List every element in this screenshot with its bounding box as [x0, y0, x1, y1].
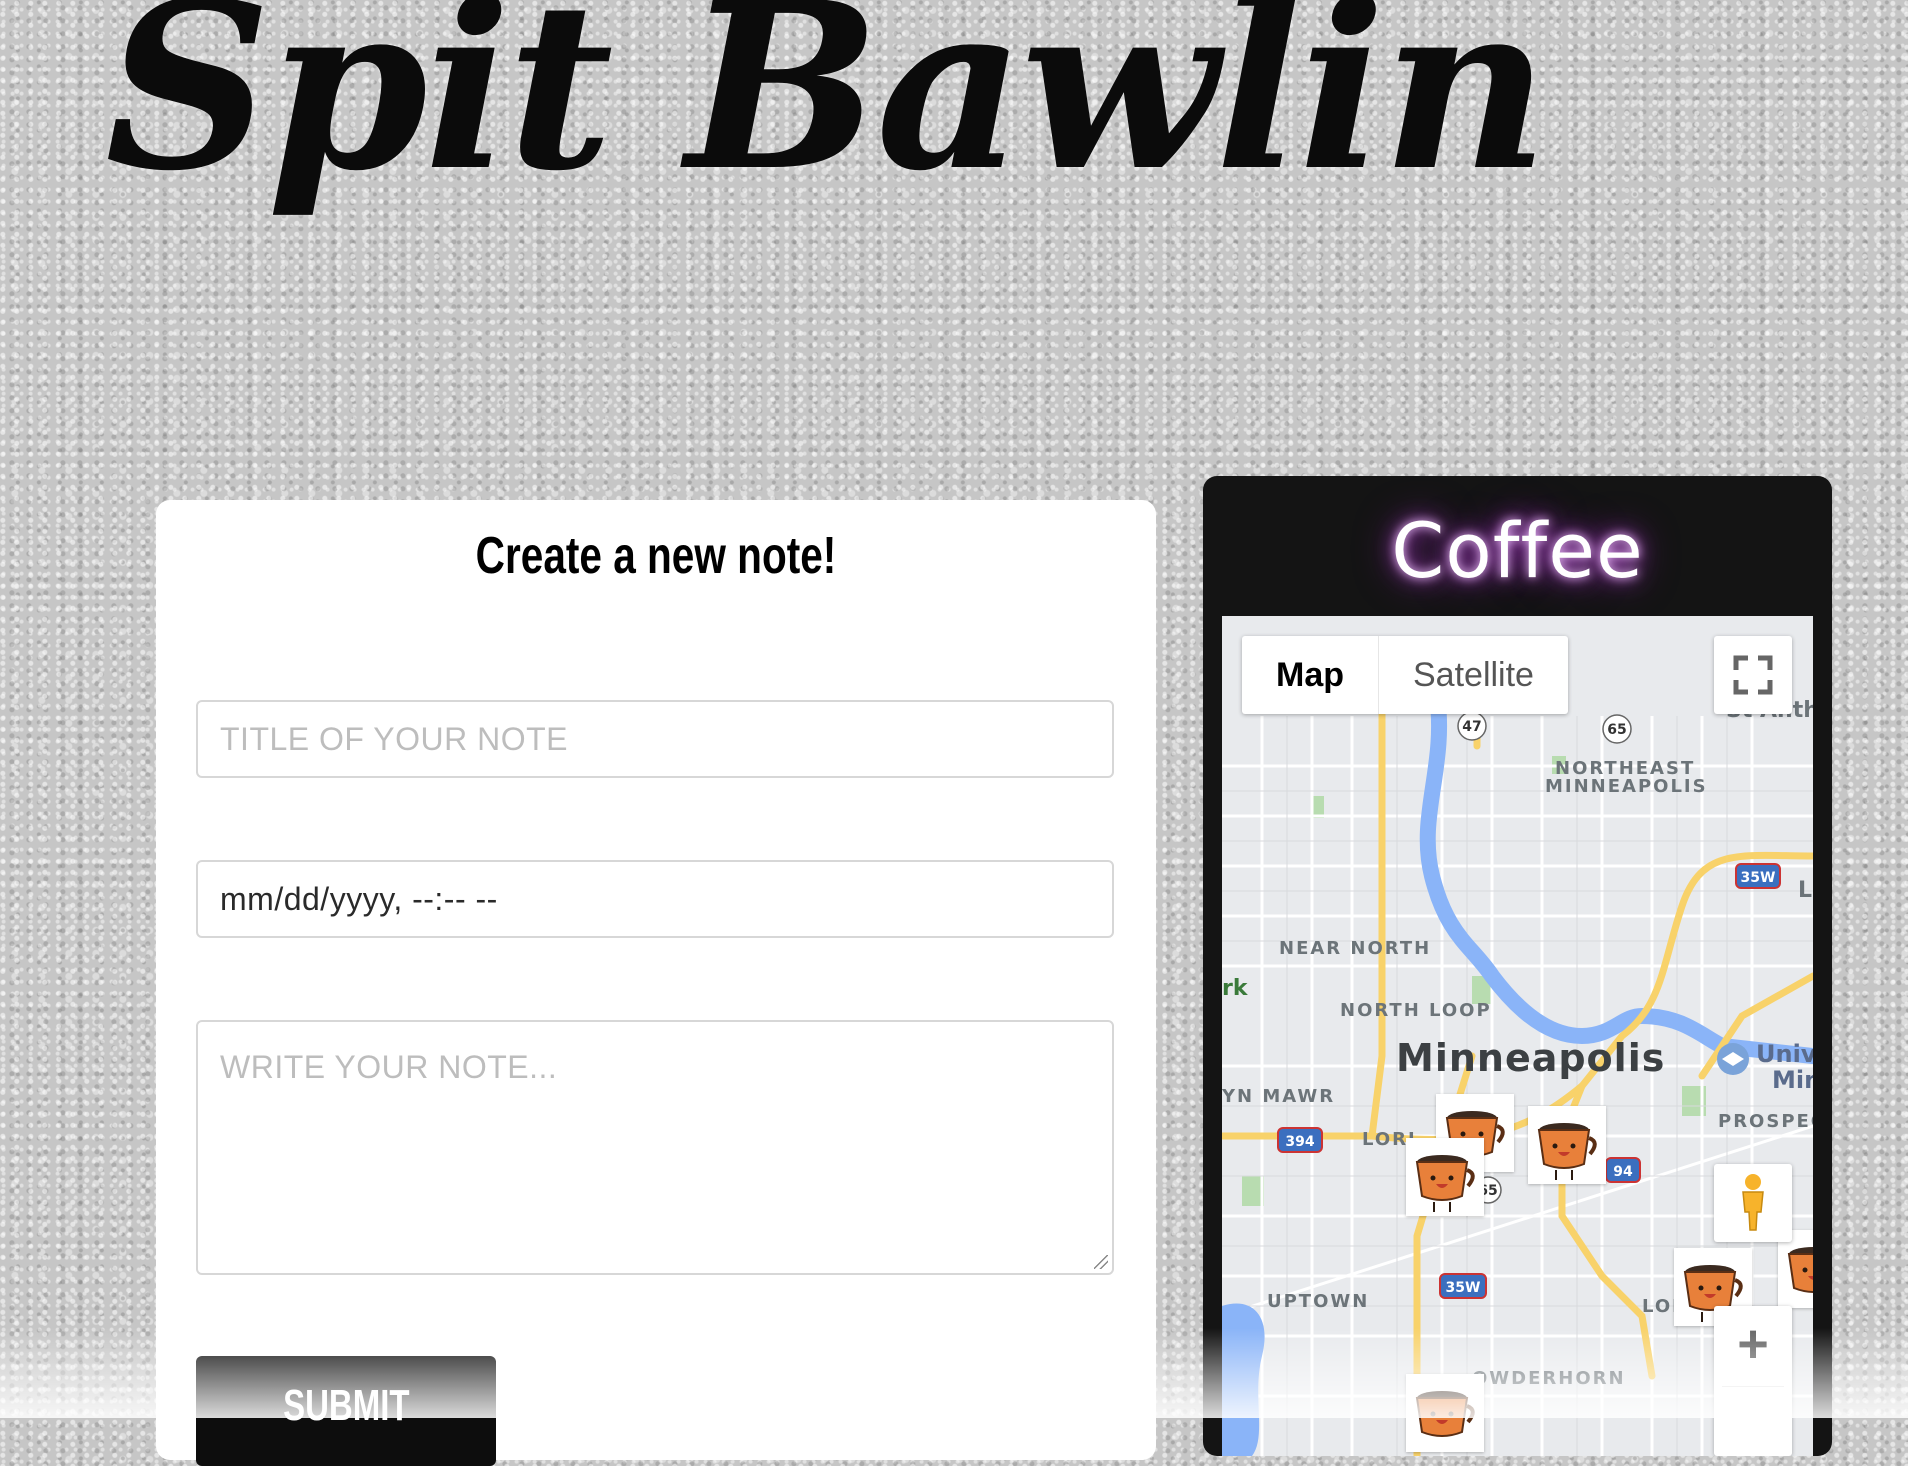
- zoom-divider: [1722, 1386, 1784, 1387]
- zoom-in-button[interactable]: +: [1714, 1314, 1792, 1374]
- note-body-textarea[interactable]: WRITE YOUR NOTE...: [196, 1020, 1114, 1275]
- zoom-control: +: [1714, 1306, 1792, 1456]
- map-label-park: rk: [1222, 976, 1248, 1001]
- svg-text:94: 94: [1613, 1164, 1633, 1180]
- map-label-university: Univ: [1756, 1040, 1813, 1068]
- coffee-title: Coffee: [1391, 506, 1644, 595]
- submit-label: SUBMIT: [282, 1381, 410, 1430]
- svg-text:394: 394: [1285, 1134, 1314, 1150]
- pegman-icon: [1742, 1174, 1764, 1231]
- map-type-map-button[interactable]: Map: [1242, 636, 1378, 714]
- map-label-uptown: UPTOWN: [1267, 1291, 1370, 1312]
- map-label-north-loop: NORTH LOOP: [1340, 1000, 1492, 1021]
- map-label-prospect: PROSPEC: [1718, 1111, 1813, 1132]
- map-label-edge: L: [1798, 878, 1813, 903]
- site-title: Spit Bawlin: [105, 0, 1549, 222]
- note-title-input[interactable]: TITLE OF YOUR NOTE: [196, 700, 1114, 778]
- svg-text:35W: 35W: [1741, 870, 1776, 886]
- svg-text:47: 47: [1462, 719, 1481, 735]
- map-city-label: Minneapolis: [1396, 1036, 1666, 1080]
- coffee-cup-icon: [1415, 1155, 1475, 1212]
- coffee-cup-icon: [1537, 1123, 1597, 1180]
- map-label-minneapolis-ne: MINNEAPOLIS: [1545, 776, 1708, 797]
- fullscreen-button[interactable]: [1714, 636, 1792, 714]
- coffee-cup-marker[interactable]: [1528, 1106, 1606, 1184]
- map-label-bryn-mawr: YN MAWR: [1222, 1086, 1336, 1107]
- fullscreen-icon: [1733, 655, 1773, 695]
- note-body-placeholder: WRITE YOUR NOTE...: [220, 1049, 558, 1085]
- map-label-powderhorn: OWDERHORN: [1472, 1368, 1626, 1389]
- map-label-university-2: Min: [1772, 1066, 1813, 1094]
- street-view-button[interactable]: [1714, 1164, 1792, 1242]
- coffee-map[interactable]: 47 65 35W 394 94 65 35W NORTHEAST MINNEA…: [1222, 616, 1813, 1456]
- submit-button[interactable]: SUBMIT: [196, 1356, 496, 1466]
- note-datetime-input[interactable]: mm/dd/yyyy, --:-- --: [196, 860, 1114, 938]
- coffee-cup-icon: [1415, 1391, 1475, 1437]
- map-type-control: Map Satellite: [1242, 636, 1568, 714]
- coffee-map-card: Coffee 47 65 35W 394 94 65 35W NORTHEAST…: [1203, 476, 1832, 1456]
- coffee-cup-marker[interactable]: [1406, 1138, 1484, 1216]
- resize-grip-icon[interactable]: [1094, 1255, 1108, 1269]
- note-form-heading: Create a new note!: [475, 527, 837, 585]
- svg-text:65: 65: [1607, 722, 1626, 738]
- coffee-cup-marker[interactable]: [1406, 1374, 1484, 1452]
- note-form-card: Create a new note! TITLE OF YOUR NOTE mm…: [156, 500, 1156, 1466]
- svg-text:35W: 35W: [1446, 1280, 1481, 1296]
- map-type-satellite-button[interactable]: Satellite: [1378, 636, 1568, 714]
- map-label-near-north: NEAR NORTH: [1279, 938, 1432, 959]
